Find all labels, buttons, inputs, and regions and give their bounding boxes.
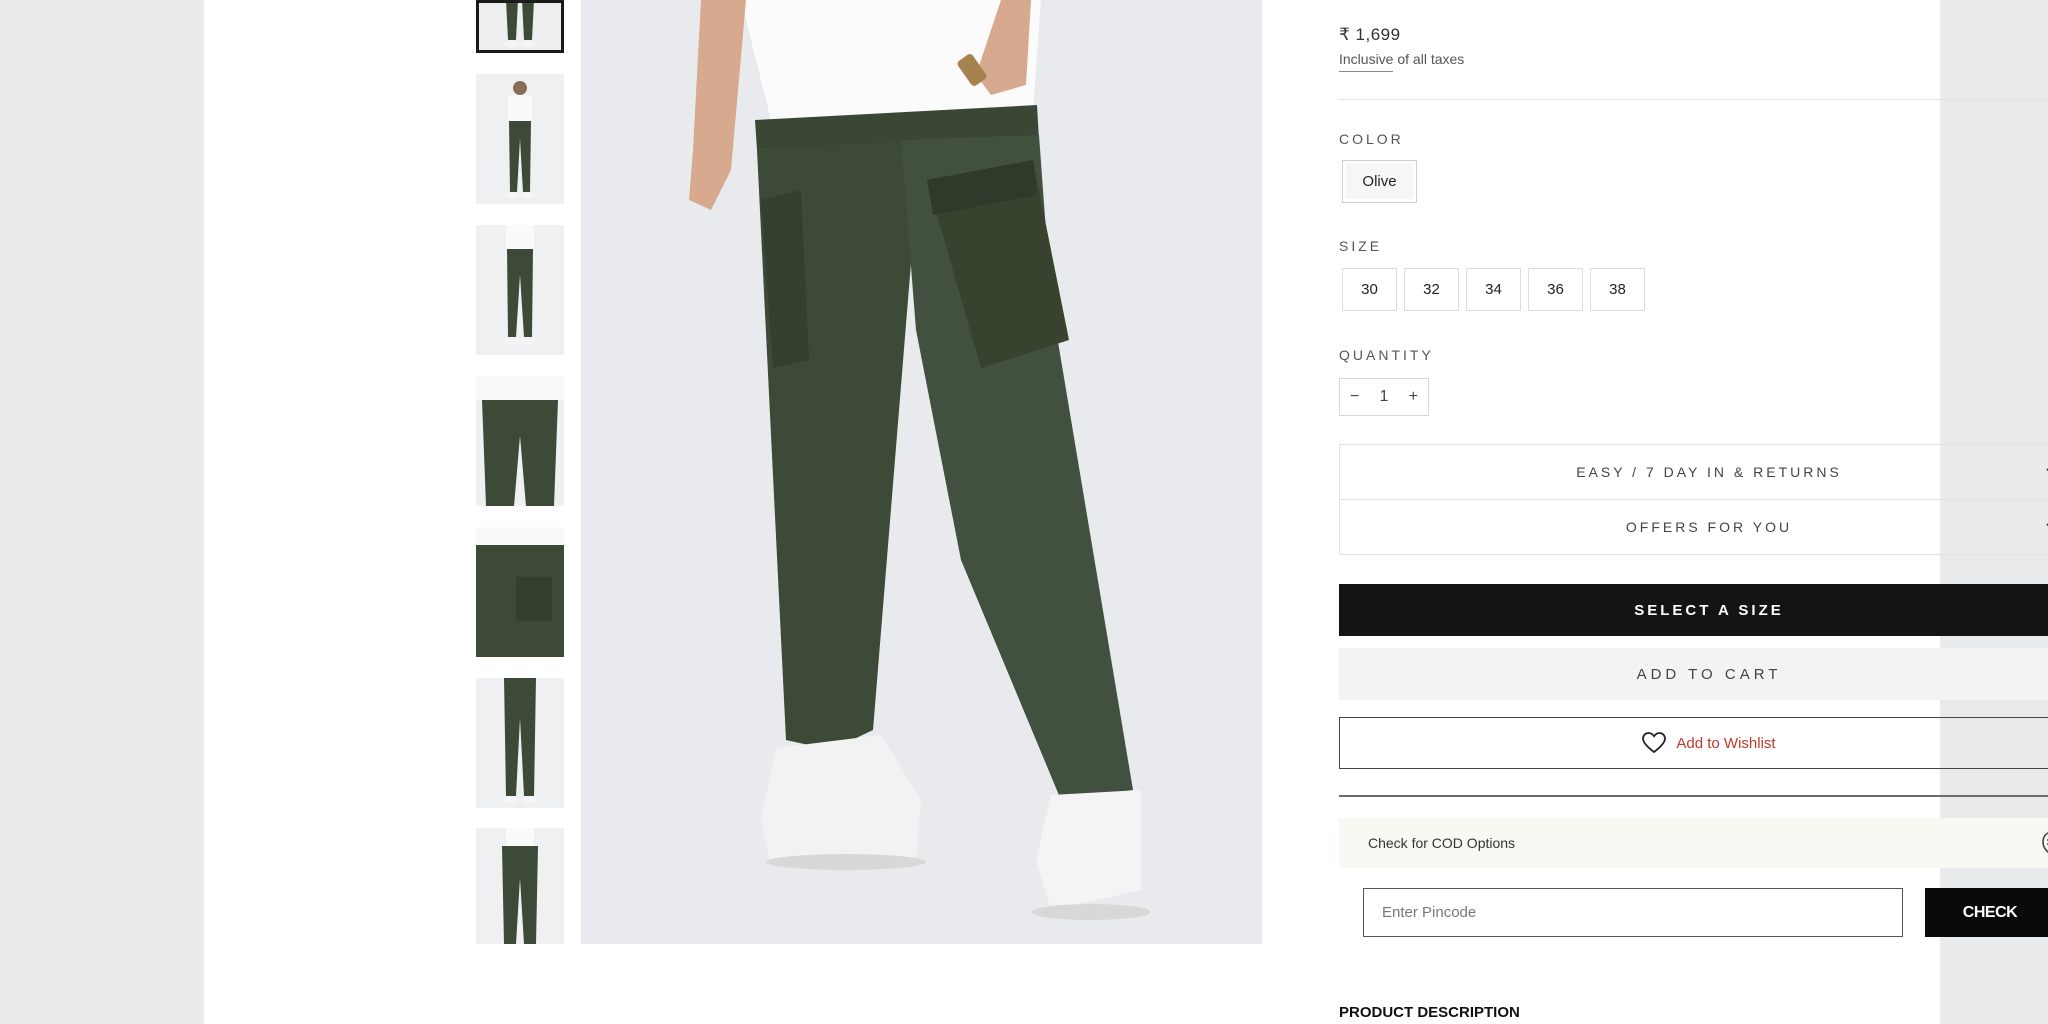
accordion-label: EASY / 7 DAY IN & RETURNS bbox=[1576, 464, 1842, 480]
chevron-down-icon bbox=[2046, 523, 2048, 527]
size-option[interactable]: 38 bbox=[1590, 268, 1645, 311]
accordion-label: OFFERS FOR YOU bbox=[1625, 519, 1793, 535]
quantity-stepper: − 1 + bbox=[1339, 378, 1429, 416]
thumbnail-3[interactable] bbox=[476, 225, 564, 355]
check-pincode-button[interactable]: CHECK bbox=[1925, 888, 2048, 937]
color-option-selected[interactable]: Olive bbox=[1342, 160, 1417, 203]
main-product-image[interactable] bbox=[581, 0, 1262, 944]
divider bbox=[1339, 99, 2048, 100]
wishlist-label: Add to Wishlist bbox=[1676, 734, 1776, 752]
quantity-decrement-button[interactable]: − bbox=[1350, 388, 1359, 406]
delivery-badge-icon bbox=[2042, 832, 2048, 854]
thumbnail-1[interactable] bbox=[476, 0, 564, 53]
price: ₹ 1,699 bbox=[1339, 25, 1401, 44]
tax-note: Inclusive of all taxes bbox=[1339, 51, 1465, 67]
quantity-increment-button[interactable]: + bbox=[1409, 388, 1418, 406]
pincode-input[interactable] bbox=[1363, 888, 1903, 937]
accordion-returns[interactable]: EASY / 7 DAY IN & RETURNS bbox=[1339, 444, 2048, 500]
cod-banner: Check for COD Options bbox=[1339, 818, 2048, 868]
size-options: 30 32 34 36 38 bbox=[1342, 268, 1645, 311]
product-page: ₹ 1,699 Inclusive of all taxes COLOR Oli… bbox=[204, 0, 2048, 1024]
thumbnail-6[interactable] bbox=[476, 678, 564, 808]
chevron-down-icon bbox=[2046, 468, 2048, 472]
quantity-label: QUANTITY bbox=[1339, 347, 1434, 363]
color-label: COLOR bbox=[1339, 131, 1404, 147]
size-label: SIZE bbox=[1339, 238, 1383, 254]
quantity-value[interactable]: 1 bbox=[1380, 388, 1389, 406]
select-size-button[interactable]: SELECT A SIZE bbox=[1339, 584, 2048, 636]
size-option[interactable]: 36 bbox=[1528, 268, 1583, 311]
wishlist-button[interactable]: Add to Wishlist bbox=[1339, 717, 2048, 769]
divider bbox=[1339, 795, 2048, 797]
thumbnail-7[interactable] bbox=[476, 828, 564, 944]
tax-underline bbox=[1339, 71, 1393, 72]
heart-icon bbox=[1642, 732, 1667, 754]
product-description-title: PRODUCT DESCRIPTION bbox=[1339, 1004, 1520, 1021]
thumbnail-5[interactable] bbox=[476, 527, 564, 657]
size-option[interactable]: 30 bbox=[1342, 268, 1397, 311]
thumbnail-4[interactable] bbox=[476, 376, 564, 506]
thumbnail-2[interactable] bbox=[476, 74, 564, 204]
size-option[interactable]: 34 bbox=[1466, 268, 1521, 311]
cod-text: Check for COD Options bbox=[1368, 835, 1516, 851]
accordion-offers[interactable]: OFFERS FOR YOU bbox=[1339, 499, 2048, 555]
add-to-cart-button[interactable]: ADD TO CART bbox=[1339, 648, 2048, 700]
size-option[interactable]: 32 bbox=[1404, 268, 1459, 311]
